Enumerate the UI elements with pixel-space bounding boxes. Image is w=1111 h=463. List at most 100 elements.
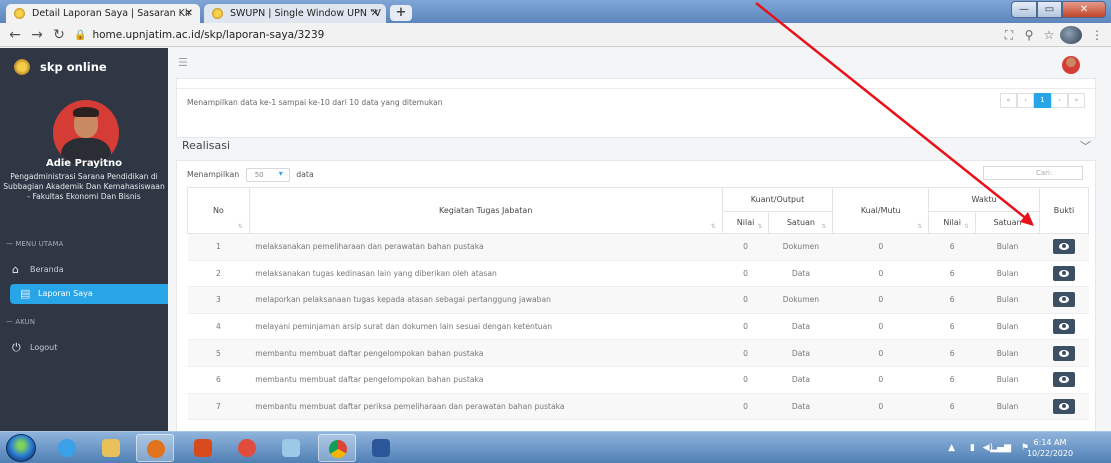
pager-prev[interactable]: ‹ [1017, 93, 1034, 108]
taskbar-ie[interactable] [48, 434, 86, 462]
taskbar-chrome[interactable] [318, 434, 356, 462]
cell-waktu-satuan: Bulan [975, 313, 1040, 341]
cell-waktu: 6 [928, 286, 976, 314]
page-length-select[interactable]: 50 ▾ [245, 168, 290, 182]
word-icon [372, 439, 390, 457]
realisasi-card: Menampilkan 50 ▾ data Cari: No ⇅ Kegiatan … [176, 160, 1096, 431]
page-length-control: Menampilkan 50 ▾ data [187, 168, 314, 182]
view-bukti-eye-icon[interactable] [1052, 398, 1075, 414]
taskbar-media[interactable] [136, 434, 174, 462]
table-row: 4 melayani peminjaman arsip surat dan dok… [187, 313, 1089, 341]
browser-tab-bar: Detail Laporan Saya | Sasaran Kir ✕ SWUP… [0, 0, 1111, 23]
taskbar-clock[interactable]: 6:14 AM 10/22/2020 [1025, 437, 1075, 459]
maximize-button[interactable]: ▭ [1037, 1, 1062, 18]
zoom-icon[interactable]: ⚲ [1020, 26, 1038, 44]
chrome-icon [329, 440, 347, 458]
bookmark-star-icon[interactable]: ☆ [1040, 26, 1058, 44]
hamburger-menu-icon[interactable]: ☰ [178, 56, 188, 69]
sidebar-item-logout[interactable]: ⏻ Logout [0, 338, 160, 358]
forward-arrow-icon[interactable]: → [28, 26, 46, 44]
pager-first[interactable]: « [1000, 93, 1017, 108]
sidebar-item-laporan-saya[interactable]: ▤ Laporan Saya [10, 284, 168, 304]
col-satuan[interactable]: Satuan ⇅ [768, 211, 834, 234]
cell-satuan: Dokumen [768, 233, 833, 261]
chevron-down-icon[interactable]: ﹀ [1080, 138, 1091, 154]
cell-no: 4 [187, 313, 250, 341]
user-avatar [53, 100, 119, 166]
taskbar-explorer[interactable] [92, 434, 130, 462]
table-body: 1 melaksanakan pemeliharaan dan perawatan… [187, 233, 1089, 421]
folder-icon [102, 439, 120, 457]
view-bukti-eye-icon[interactable] [1052, 372, 1075, 388]
close-window-button[interactable]: ✕ [1062, 1, 1106, 18]
length-value: 50 [254, 171, 264, 179]
signal-icon[interactable]: ▂▄▆ [990, 443, 1011, 453]
view-bukti-eye-icon[interactable] [1052, 345, 1075, 361]
pager-last[interactable]: » [1068, 93, 1085, 108]
taskbar-word[interactable] [362, 434, 400, 462]
brand[interactable]: skp online [0, 48, 168, 88]
user-name: Adie Prayitno [45, 158, 122, 169]
table-row: 3 melaporkan pelaksanaan tugas kepada ata… [187, 286, 1089, 314]
cell-satuan: Data [768, 260, 833, 288]
app-icon [238, 439, 256, 457]
sidebar-item-label: Logout [30, 343, 58, 352]
url-field[interactable]: 🔒 home.upnjatim.ac.id/skp/laporan-saya/32… [74, 26, 934, 44]
cell-no: 3 [187, 286, 250, 314]
cell-waktu-satuan: Bulan [975, 366, 1040, 394]
show-hidden-icons[interactable]: ▲ [948, 443, 955, 453]
battery-icon[interactable]: ▮ [970, 443, 975, 453]
address-bar: ← → ↻ 🔒 home.upnjatim.ac.id/skp/laporan-s… [0, 23, 1111, 47]
cell-mutu: 0 [832, 286, 929, 314]
table-row: 2 melaksanakan tugas kedinasan lain yang … [187, 260, 1089, 288]
section-main-menu: — MENU UTAMA [6, 240, 64, 248]
close-tab-icon[interactable]: ✕ [371, 4, 379, 23]
col-waktu: Waktu [928, 187, 1040, 212]
tab-detail-laporan[interactable]: Detail Laporan Saya | Sasaran Kir ✕ [6, 4, 200, 23]
view-bukti-eye-icon[interactable] [1052, 319, 1075, 335]
menu-kebab-icon[interactable]: ⋮ [1088, 26, 1106, 44]
view-bukti-eye-icon[interactable] [1052, 265, 1075, 281]
pager-next[interactable]: › [1051, 93, 1068, 108]
minimize-button[interactable]: — [1011, 1, 1037, 18]
taskbar: ▲ ▮ ◀) ▂▄▆ ⚑ 6:14 AM 10/22/2020 [0, 431, 1111, 463]
tab-swupn[interactable]: SWUPN | Single Window UPN "V ✕ [204, 4, 386, 23]
search-input[interactable]: Cari: [983, 166, 1083, 180]
translate-icon[interactable]: ⛶ [1000, 26, 1018, 44]
taskbar-paint[interactable] [272, 434, 310, 462]
cell-nilai: 0 [722, 393, 769, 421]
cell-waktu: 6 [928, 260, 976, 288]
paint-icon [282, 439, 300, 457]
table-row: 5 membantu membuat daftar pengelompokan b… [187, 339, 1089, 367]
taskbar-app[interactable] [228, 434, 266, 462]
cell-satuan: Dokumen [768, 286, 833, 314]
sidebar-item-beranda[interactable]: ⌂ Beranda [0, 260, 160, 280]
col-kual-mutu[interactable]: Kual/Mutu ⇅ [832, 187, 930, 234]
cell-nilai: 0 [722, 366, 769, 394]
cell-mutu: 0 [832, 313, 929, 341]
col-kegiatan[interactable]: Kegiatan Tugas Jabatan ⇅ [248, 187, 723, 234]
view-bukti-eye-icon[interactable] [1052, 292, 1075, 308]
col-waktu-nilai[interactable]: Nilai ⇅ [928, 211, 977, 234]
new-tab-button[interactable]: + [390, 5, 412, 21]
user-job-title: Pengadministrasi Sarana Pendidikan di Su… [3, 172, 165, 201]
cell-mutu: 0 [832, 339, 929, 367]
col-nilai[interactable]: Nilai ⇅ [721, 211, 770, 234]
header-user-avatar[interactable] [1062, 56, 1080, 74]
sidebar-item-label: Laporan Saya [38, 289, 93, 298]
section-account: — AKUN [6, 318, 36, 326]
cell-no: 6 [187, 366, 250, 394]
cell-kegiatan: melaporkan pelaksanaan tugas kepada atas… [249, 286, 723, 314]
reload-icon[interactable]: ↻ [50, 26, 68, 44]
start-button[interactable] [6, 434, 36, 462]
cell-satuan: Data [768, 339, 833, 367]
close-tab-icon[interactable]: ✕ [185, 4, 193, 23]
taskbar-screen[interactable] [184, 434, 222, 462]
cell-nilai: 0 [722, 233, 769, 261]
back-arrow-icon[interactable]: ← [6, 26, 24, 44]
profile-avatar-icon[interactable] [1060, 26, 1082, 44]
view-bukti-eye-icon[interactable] [1052, 239, 1075, 255]
pager-page-1[interactable]: 1 [1034, 93, 1051, 108]
col-no[interactable]: No ⇅ [187, 187, 250, 234]
cell-satuan: Data [768, 366, 833, 394]
